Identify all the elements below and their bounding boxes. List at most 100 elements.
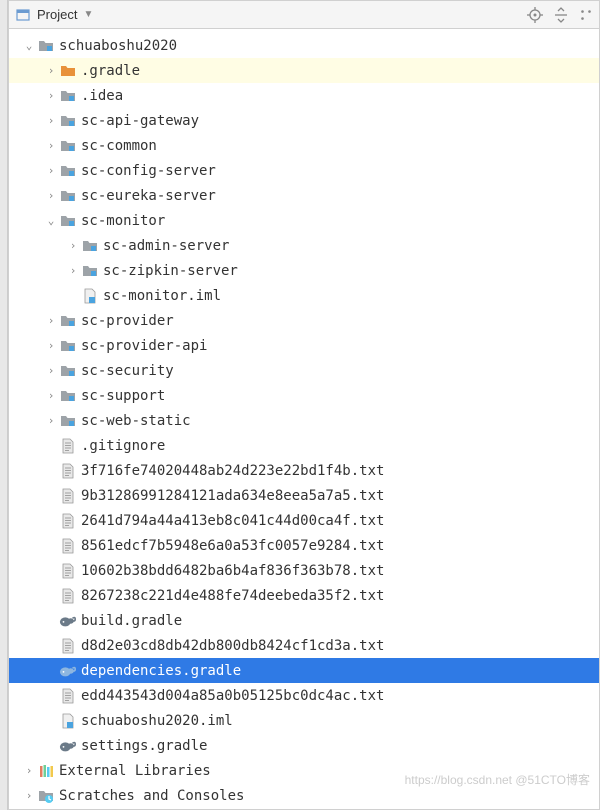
tree-row[interactable]: › sc-provider (9, 308, 599, 333)
chevron-right-icon[interactable]: › (21, 789, 37, 802)
project-tree[interactable]: ⌄schuaboshu2020›.gradle›.idea›sc-api-gat… (9, 29, 599, 809)
tree-row[interactable]: › sc-provider-api (9, 333, 599, 358)
tree-item-label: .gitignore (81, 438, 591, 454)
text-file-icon (59, 487, 77, 505)
tree-row[interactable]: 8267238c221d4e488fe74deebeda35f2.txt (9, 583, 599, 608)
tree-row[interactable]: d8d2e03cd8db42db800db8424cf1cd3a.txt (9, 633, 599, 658)
tree-row[interactable]: › sc-api-gateway (9, 108, 599, 133)
gradle-file-icon (59, 612, 77, 630)
tree-row[interactable]: 10602b38bdd6482ba6b4af836f363b78.txt (9, 558, 599, 583)
tree-row[interactable]: settings.gradle (9, 733, 599, 758)
tree-row[interactable]: 3f716fe74020448ab24d223e22bd1f4b.txt (9, 458, 599, 483)
chevron-right-icon[interactable]: › (43, 89, 59, 102)
chevron-right-icon[interactable]: › (21, 764, 37, 777)
tree-row[interactable]: sc-monitor.iml (9, 283, 599, 308)
collapse-all-icon[interactable] (553, 7, 569, 23)
folder-module-icon (59, 112, 77, 130)
tree-item-label: 3f716fe74020448ab24d223e22bd1f4b.txt (81, 463, 591, 479)
folder-module-icon (59, 212, 77, 230)
text-file-icon (59, 587, 77, 605)
tree-item-label: 9b31286991284121ada634e8eea5a7a5.txt (81, 488, 591, 504)
tree-item-label: d8d2e03cd8db42db800db8424cf1cd3a.txt (81, 638, 591, 654)
chevron-right-icon[interactable]: › (43, 114, 59, 127)
folder-module-icon (59, 337, 77, 355)
tree-item-label: sc-monitor (81, 213, 591, 229)
folder-orange-icon (59, 62, 77, 80)
settings-icon[interactable] (579, 7, 593, 23)
text-file-icon (59, 437, 77, 455)
tree-item-label: sc-zipkin-server (103, 263, 591, 279)
folder-module-icon (59, 387, 77, 405)
tree-row[interactable]: › sc-config-server (9, 158, 599, 183)
tree-row[interactable]: dependencies.gradle (9, 658, 599, 683)
chevron-right-icon[interactable]: › (43, 189, 59, 202)
chevron-right-icon[interactable]: › (43, 414, 59, 427)
tree-item-label: sc-provider (81, 313, 591, 329)
folder-module-icon (59, 137, 77, 155)
tree-item-label: edd443543d004a85a0b05125bc0dc4ac.txt (81, 688, 591, 704)
locate-icon[interactable] (527, 7, 543, 23)
text-file-icon (59, 512, 77, 530)
tree-row[interactable]: ›sc-common (9, 133, 599, 158)
chevron-right-icon[interactable]: › (65, 239, 81, 252)
folder-module-icon (37, 37, 55, 55)
tree-row[interactable]: › sc-security (9, 358, 599, 383)
tree-item-label: 8267238c221d4e488fe74deebeda35f2.txt (81, 588, 591, 604)
tree-row[interactable]: schuaboshu2020.iml (9, 708, 599, 733)
tree-row[interactable]: .gitignore (9, 433, 599, 458)
tree-item-label: External Libraries (59, 763, 591, 779)
tree-item-label: sc-security (81, 363, 591, 379)
folder-module-icon (81, 237, 99, 255)
tree-row[interactable]: build.gradle (9, 608, 599, 633)
tree-row[interactable]: › External Libraries (9, 758, 599, 783)
folder-module-icon (59, 187, 77, 205)
tree-item-label: Scratches and Consoles (59, 788, 591, 804)
tree-row[interactable]: ›sc-admin-server (9, 233, 599, 258)
tree-item-label: sc-support (81, 388, 591, 404)
tree-item-label: sc-api-gateway (81, 113, 591, 129)
tree-item-label: sc-config-server (81, 163, 591, 179)
chevron-down-icon: ▼ (83, 9, 93, 20)
view-selector[interactable]: Project ▼ (15, 7, 521, 23)
project-panel: Project ▼ ⌄schuaboshu2020›.gradle›.idea›… (8, 0, 600, 810)
tree-row[interactable]: ›.gradle (9, 58, 599, 83)
tree-row[interactable]: 2641d794a44a413eb8c041c44d00ca4f.txt (9, 508, 599, 533)
tree-item-label: sc-provider-api (81, 338, 591, 354)
tree-row[interactable]: › Scratches and Consoles (9, 783, 599, 808)
tree-row[interactable]: edd443543d004a85a0b05125bc0dc4ac.txt (9, 683, 599, 708)
tree-item-label: .idea (81, 88, 591, 104)
tree-row[interactable]: 8561edcf7b5948e6a0a53fc0057e9284.txt (9, 533, 599, 558)
tree-row[interactable]: › sc-support (9, 383, 599, 408)
chevron-down-icon[interactable]: ⌄ (43, 214, 59, 227)
tree-item-label: sc-web-static (81, 413, 591, 429)
tree-row[interactable]: 9b31286991284121ada634e8eea5a7a5.txt (9, 483, 599, 508)
left-gutter (0, 0, 8, 810)
folder-module-icon (59, 87, 77, 105)
iml-file-icon (59, 712, 77, 730)
chevron-right-icon[interactable]: › (43, 64, 59, 77)
iml-file-icon (81, 287, 99, 305)
chevron-right-icon[interactable]: › (43, 314, 59, 327)
tree-item-label: sc-monitor.iml (103, 288, 591, 304)
chevron-right-icon[interactable]: › (43, 389, 59, 402)
chevron-right-icon[interactable]: › (65, 264, 81, 277)
tree-row[interactable]: ›sc-eureka-server (9, 183, 599, 208)
folder-module-icon (59, 312, 77, 330)
tree-row[interactable]: › .idea (9, 83, 599, 108)
gradle-file-icon (59, 662, 77, 680)
chevron-down-icon[interactable]: ⌄ (21, 39, 37, 52)
tree-row[interactable]: ⌄ sc-monitor (9, 208, 599, 233)
chevron-right-icon[interactable]: › (43, 339, 59, 352)
view-label: Project (37, 7, 77, 22)
tree-row[interactable]: › sc-web-static (9, 408, 599, 433)
text-file-icon (59, 462, 77, 480)
chevron-right-icon[interactable]: › (43, 364, 59, 377)
tree-item-label: settings.gradle (81, 738, 591, 754)
tree-row[interactable]: ⌄ schuaboshu2020 (9, 33, 599, 58)
chevron-right-icon[interactable]: › (43, 164, 59, 177)
tree-row[interactable]: › sc-zipkin-server (9, 258, 599, 283)
tree-item-label: schuaboshu2020 (59, 38, 591, 54)
folder-module-icon (59, 162, 77, 180)
chevron-right-icon[interactable]: › (43, 139, 59, 152)
libraries-icon (37, 762, 55, 780)
